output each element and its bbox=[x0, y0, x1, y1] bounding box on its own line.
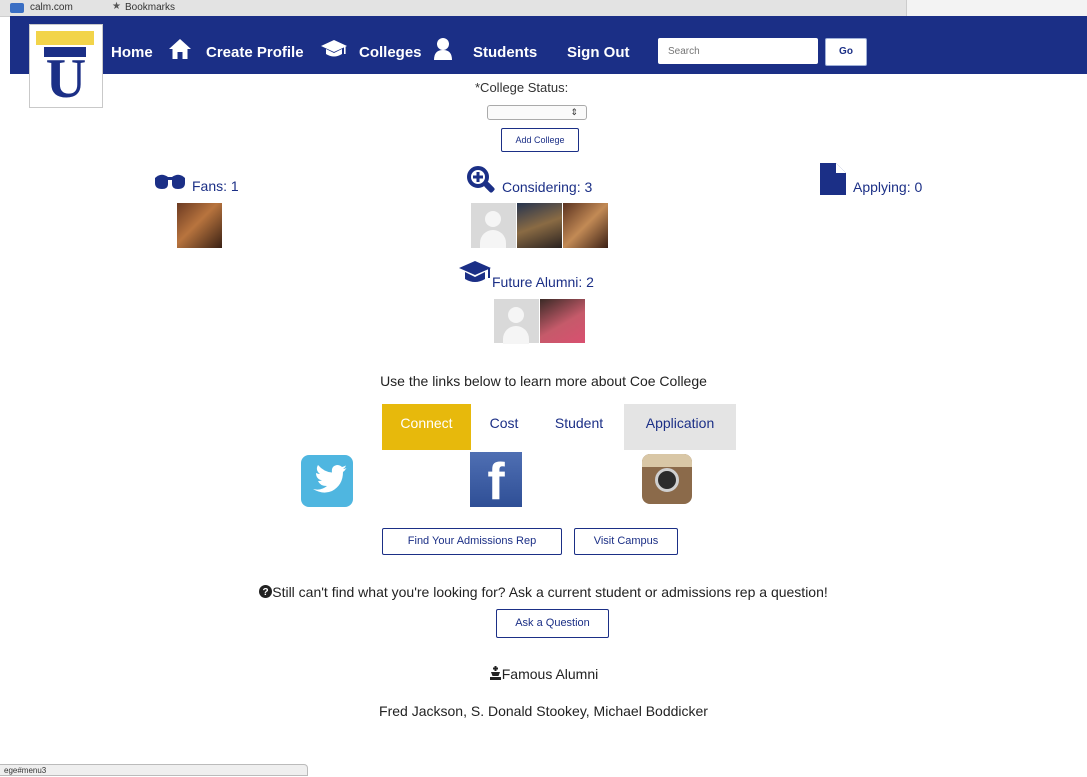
tab-connect[interactable]: Connect bbox=[382, 404, 471, 450]
bookmarks-bar: calm.com ★ Bookmarks bbox=[0, 0, 1087, 17]
search-input[interactable] bbox=[658, 38, 818, 64]
chess-king-icon bbox=[489, 666, 501, 680]
nav-home[interactable]: Home bbox=[111, 44, 153, 62]
nav-sign-out[interactable]: Sign Out bbox=[567, 44, 630, 62]
tab-application[interactable]: Application bbox=[624, 404, 736, 450]
site-favicon-icon bbox=[10, 3, 24, 13]
question-prompt: ? Still can't find what you're looking f… bbox=[0, 584, 1087, 600]
graduation-cap-icon[interactable] bbox=[320, 39, 348, 59]
fan-avatar[interactable] bbox=[177, 203, 222, 248]
twitter-icon[interactable] bbox=[301, 455, 353, 507]
star-icon: ★ bbox=[112, 1, 121, 12]
question-circle-icon: ? bbox=[259, 585, 273, 598]
logo-u-letter: U bbox=[45, 48, 87, 110]
tab-student[interactable]: Student bbox=[538, 404, 620, 450]
select-arrows-icon: ⇕ bbox=[570, 107, 578, 117]
twitter-bird-icon bbox=[313, 465, 347, 493]
famous-alumni-names: Fred Jackson, S. Donald Stookey, Michael… bbox=[379, 703, 708, 719]
fans-count[interactable]: Fans: 1 bbox=[192, 178, 239, 194]
future-alumni-count[interactable]: Future Alumni: 2 bbox=[492, 274, 594, 290]
bookmarks-folder[interactable]: Bookmarks bbox=[125, 2, 175, 13]
instagram-icon[interactable] bbox=[642, 454, 692, 504]
learn-more-text: Use the links below to learn more about … bbox=[380, 373, 707, 389]
find-admissions-rep-button[interactable]: Find Your Admissions Rep bbox=[382, 528, 562, 555]
college-recruit-logo[interactable]: U bbox=[29, 24, 103, 108]
college-status-label: *College Status: bbox=[475, 80, 569, 95]
applying-count[interactable]: Applying: 0 bbox=[853, 179, 922, 195]
home-icon[interactable] bbox=[168, 38, 192, 60]
considering-avatar[interactable] bbox=[563, 203, 608, 248]
search-go-button[interactable]: Go bbox=[825, 38, 867, 66]
graduation-cap-icon bbox=[459, 261, 491, 282]
considering-avatar-placeholder[interactable] bbox=[471, 203, 516, 248]
svg-text:?: ? bbox=[263, 587, 269, 598]
famous-alumni-heading-text: Famous Alumni bbox=[501, 666, 599, 682]
nav-students[interactable]: Students bbox=[473, 44, 537, 62]
glasses-icon bbox=[155, 174, 185, 189]
college-status-select[interactable]: ⇕ bbox=[487, 105, 587, 120]
browser-status-url: ege#menu3 bbox=[0, 764, 308, 776]
famous-alumni-heading: Famous Alumni bbox=[0, 666, 1087, 682]
tab-cost[interactable]: Cost bbox=[474, 404, 534, 450]
document-icon bbox=[820, 163, 846, 195]
instagram-lens bbox=[655, 468, 679, 492]
question-prompt-text: Still can't find what you're looking for… bbox=[272, 584, 828, 600]
magnifier-icon bbox=[467, 166, 495, 193]
browser-toolbar-area bbox=[906, 0, 1087, 16]
nav-create-profile[interactable]: Create Profile bbox=[206, 44, 304, 62]
logo-banner bbox=[36, 31, 94, 45]
instagram-strip bbox=[642, 454, 692, 467]
alumni-avatar[interactable] bbox=[540, 299, 585, 343]
ask-question-button[interactable]: Ask a Question bbox=[496, 609, 609, 638]
considering-avatar[interactable] bbox=[517, 203, 562, 248]
top-navbar: U Home Create Profile Colleges Students … bbox=[10, 16, 1087, 108]
visit-campus-button[interactable]: Visit Campus bbox=[574, 528, 678, 555]
bookmark-calm[interactable]: calm.com bbox=[30, 2, 73, 13]
add-college-button[interactable]: Add College bbox=[501, 128, 579, 152]
nav-colleges[interactable]: Colleges bbox=[359, 44, 422, 62]
considering-count[interactable]: Considering: 3 bbox=[502, 179, 592, 195]
facebook-icon[interactable]: f bbox=[470, 452, 522, 511]
alumni-avatar-placeholder[interactable] bbox=[494, 299, 539, 344]
facebook-f-glyph: f bbox=[487, 453, 505, 511]
person-icon[interactable] bbox=[433, 37, 453, 61]
